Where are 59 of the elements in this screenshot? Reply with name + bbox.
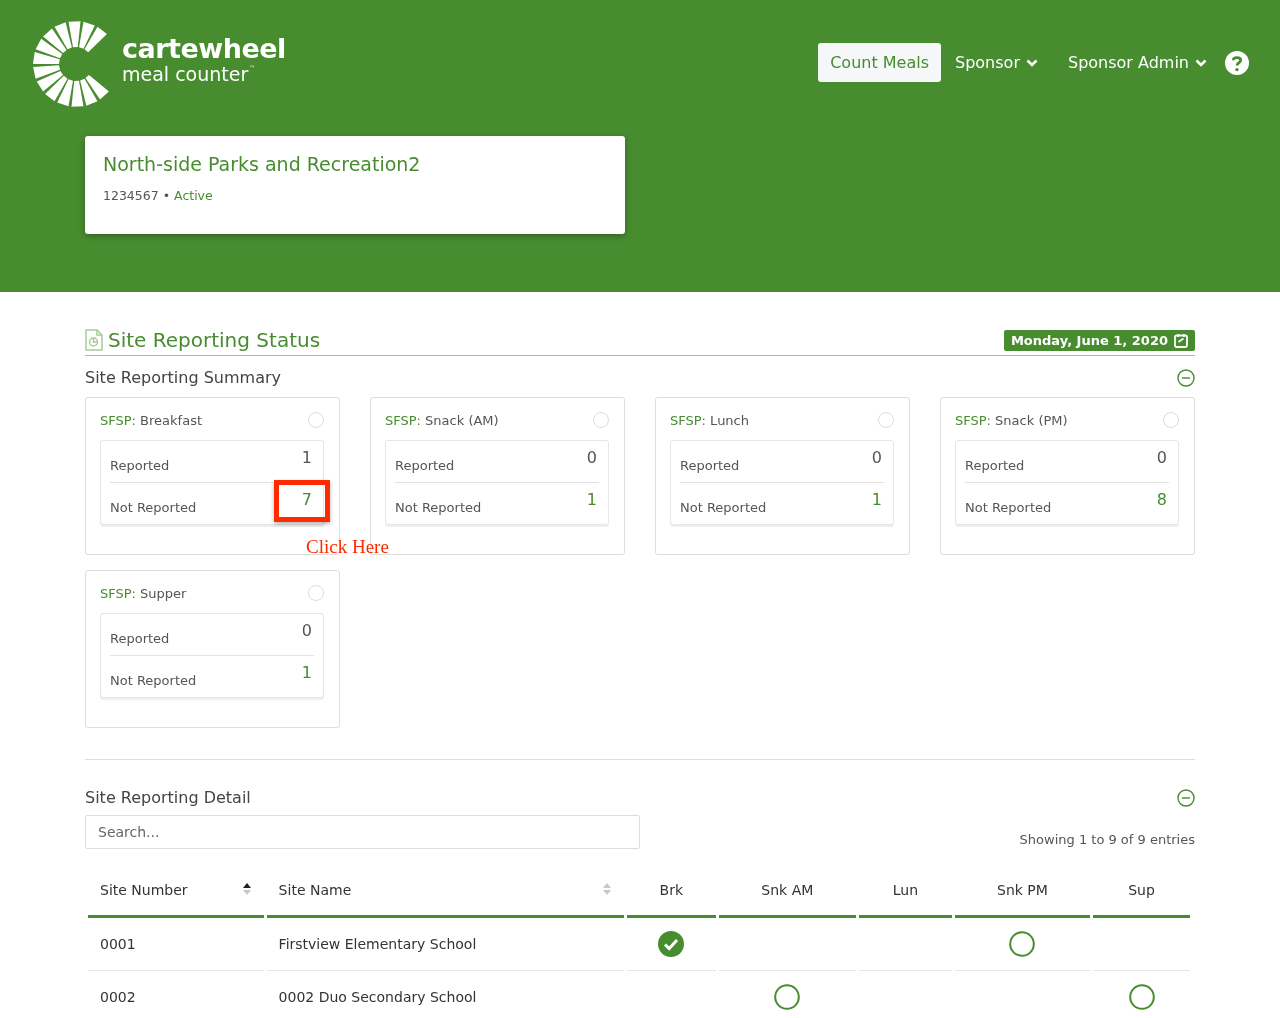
column-header: Sup bbox=[1093, 865, 1190, 918]
column-header: Lun bbox=[858, 865, 952, 918]
subsection-title: Site Reporting Summary bbox=[85, 368, 281, 387]
separator-dot: • bbox=[162, 188, 171, 203]
not-reported-link[interactable]: 1 bbox=[586, 490, 599, 509]
nav-dropdown[interactable]: Sponsor bbox=[955, 53, 1038, 72]
count-meals-button[interactable]: Count Meals bbox=[818, 43, 941, 82]
meal-title: SFSP: Supper bbox=[100, 585, 187, 601]
stat-label: Reported bbox=[110, 631, 170, 646]
reported-count: 0 bbox=[871, 448, 883, 467]
stat-label: Not Reported bbox=[110, 673, 197, 688]
entries-info: Showing 1 to 9 of 9 entries bbox=[1019, 832, 1195, 847]
column-header[interactable]: Site Number bbox=[88, 865, 264, 918]
not-reported-link[interactable]: 7 bbox=[301, 490, 314, 509]
collapse-icon[interactable] bbox=[1177, 788, 1195, 807]
stat-label: Reported bbox=[395, 458, 455, 473]
table-cell: 0002 Duo Secondary School bbox=[266, 971, 624, 1018]
not-reported-link[interactable]: 1 bbox=[871, 490, 884, 509]
column-header: Brk bbox=[626, 865, 716, 918]
reported-count: 1 bbox=[301, 448, 313, 467]
reported-count: 0 bbox=[301, 621, 313, 640]
stat-label: Not Reported bbox=[680, 500, 767, 515]
table-cell: 0001 bbox=[88, 918, 264, 971]
not-reported-link[interactable]: 8 bbox=[1156, 490, 1169, 509]
nav-dropdown[interactable]: Sponsor Admin bbox=[1067, 53, 1207, 72]
chevron-down-icon bbox=[1195, 58, 1207, 67]
meal-title: SFSP: Snack (AM) bbox=[385, 412, 499, 428]
meal-title: SFSP: Breakfast bbox=[100, 412, 202, 428]
stat-label: Not Reported bbox=[110, 500, 197, 515]
not-reported-link[interactable]: 1 bbox=[301, 663, 314, 682]
sponsor-number: 1234567 bbox=[103, 188, 159, 203]
column-header[interactable]: Site Name bbox=[266, 865, 624, 918]
logo-name: cartewheel bbox=[122, 34, 286, 64]
date-picker-button[interactable]: Monday, June 1, 2020 bbox=[1003, 329, 1195, 351]
stat-label: Reported bbox=[110, 458, 170, 473]
calendar-icon bbox=[1174, 332, 1188, 348]
help-icon[interactable] bbox=[1225, 50, 1249, 75]
column-header: Snk AM bbox=[718, 865, 856, 918]
section-title: Site Reporting Status bbox=[108, 328, 321, 352]
collapse-icon[interactable] bbox=[1177, 368, 1195, 387]
subsection-title: Site Reporting Detail bbox=[85, 788, 251, 807]
table-cell: Firstview Elementary School bbox=[266, 918, 624, 971]
reported-count: 0 bbox=[586, 448, 598, 467]
stat-label: Not Reported bbox=[965, 500, 1052, 515]
sponsor-name: North-side Parks and Recreation2 bbox=[103, 153, 422, 175]
stat-label: Reported bbox=[965, 458, 1025, 473]
stat-label: Reported bbox=[680, 458, 740, 473]
logo-tagline: meal counter bbox=[122, 64, 249, 84]
document-chart-icon bbox=[85, 329, 103, 351]
table-cell: 0002 bbox=[88, 971, 264, 1018]
reported-count: 0 bbox=[1156, 448, 1168, 467]
search-field[interactable]: Search... bbox=[85, 815, 640, 849]
status-label: Active bbox=[174, 188, 213, 203]
meal-title: SFSP: Lunch bbox=[670, 412, 749, 428]
chevron-down-icon bbox=[1025, 58, 1038, 67]
column-header: Snk PM bbox=[954, 865, 1091, 918]
callout-text: Click Here bbox=[306, 536, 389, 558]
stat-label: Not Reported bbox=[395, 500, 482, 515]
meal-title: SFSP: Snack (PM) bbox=[955, 412, 1068, 428]
